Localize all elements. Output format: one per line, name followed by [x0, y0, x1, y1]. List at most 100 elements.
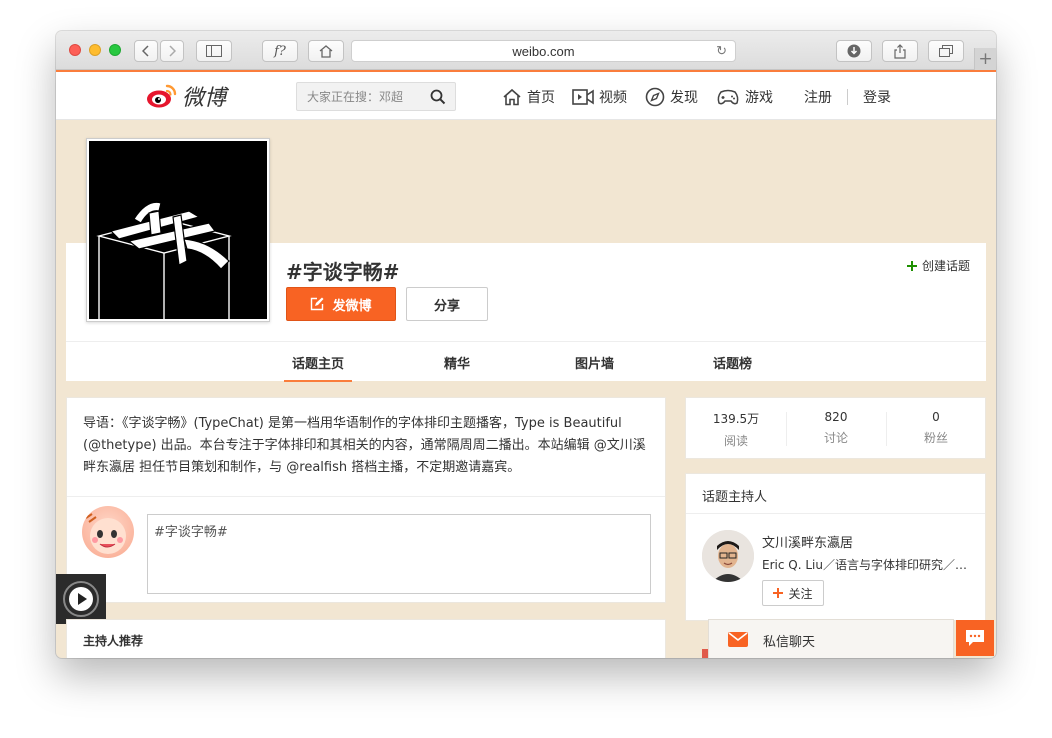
weibo-header: 微博 大家正在搜：邓超 首页 视频 发现 游戏 注册 登录	[56, 72, 996, 120]
chat-bubble-icon	[966, 630, 984, 646]
tab-featured[interactable]: 精华	[444, 353, 470, 372]
topic-tabs: 话题主页 精华 图片墙 话题榜	[66, 341, 986, 382]
new-tab-button[interactable]: +	[974, 48, 996, 70]
reader-button[interactable]: f?	[262, 40, 298, 62]
user-avatar[interactable]	[82, 506, 134, 558]
host-avatar[interactable]	[702, 530, 754, 582]
nav-home[interactable]: 首页	[502, 87, 555, 107]
topic-intro-text: 导语：《字谈字畅》(TypeChat) 是第一档用华语制作的字体排印主题播客，T…	[83, 416, 646, 475]
private-chat-bar[interactable]: 私信聊天	[708, 619, 954, 658]
login-link[interactable]: 登录	[863, 87, 891, 107]
function-icon: f?	[274, 43, 286, 59]
topic-stats-card: 139.5万 阅读 820 讨论 0 粉丝	[685, 397, 986, 459]
chevron-right-icon	[169, 45, 176, 57]
host-section-title: 话题主持人	[686, 474, 985, 514]
compose-icon	[311, 297, 324, 311]
host-recommend-card: 主持人推荐	[66, 619, 666, 658]
create-topic-label: 创建话题	[921, 259, 970, 273]
home-icon	[503, 88, 521, 106]
nav-discover[interactable]: 发现	[645, 87, 698, 107]
nav-discover-label: 发现	[670, 90, 698, 106]
chat-toggle-button[interactable]	[956, 620, 994, 656]
tab-topic-home[interactable]: 话题主页	[283, 353, 353, 382]
zoom-window-button[interactable]	[109, 44, 121, 56]
nav-video[interactable]: 视频	[572, 87, 627, 107]
post-composer-input[interactable]: #字谈字畅#	[147, 514, 651, 594]
stat-discussions-label: 讨论	[823, 431, 848, 445]
close-window-button[interactable]	[69, 44, 81, 56]
topic-host-card: 话题主持人 文川溪畔东瀛居 Eric Q. Liu／语言与字体排印研究／… 关注	[685, 473, 986, 621]
tab-photo-wall[interactable]: 图片墙	[575, 353, 614, 372]
share-button[interactable]: 分享	[406, 287, 488, 321]
tabs-icon	[939, 44, 953, 57]
url-text: weibo.com	[512, 43, 575, 59]
tab-topic-ranking[interactable]: 话题榜	[713, 353, 752, 372]
nav-video-label: 视频	[599, 90, 627, 106]
plus-icon	[773, 588, 784, 598]
weibo-logo-text: 微博	[182, 86, 227, 111]
topic-avatar	[86, 138, 270, 322]
tabs-overview-button[interactable]	[928, 40, 964, 62]
stat-reads-value: 139.5万	[712, 412, 760, 426]
plus-icon	[906, 260, 917, 271]
browser-window: f? weibo.com ↻ + 微博 大家正在搜：邓超 首页 视频 发现 游戏…	[56, 31, 996, 658]
nav-home-label: 首页	[527, 90, 555, 106]
gamepad-icon	[717, 89, 739, 105]
download-icon	[847, 44, 861, 58]
chevron-left-icon	[142, 45, 149, 57]
minimize-window-button[interactable]	[89, 44, 101, 56]
share-label: 分享	[433, 298, 460, 314]
topic-intro-card: 导语：《字谈字畅》(TypeChat) 是第一档用华语制作的字体排印主题播客，T…	[66, 397, 666, 603]
search-input[interactable]: 大家正在搜：邓超	[296, 82, 456, 111]
host-bio: Eric Q. Liu／语言与字体排印研究／…	[762, 558, 967, 572]
host-name[interactable]: 文川溪畔东瀛居	[762, 532, 853, 551]
search-icon[interactable]	[430, 89, 446, 105]
stat-reads: 139.5万 阅读	[686, 410, 786, 449]
stat-fans-label: 粉丝	[923, 431, 948, 445]
create-topic-link[interactable]: 创建话题	[906, 257, 970, 274]
login-label: 登录	[863, 90, 891, 106]
typechat-logo-image	[89, 141, 267, 319]
browser-toolbar: f? weibo.com ↻ +	[56, 31, 996, 70]
host-photo-image	[702, 530, 754, 582]
stat-fans-value: 0	[932, 410, 940, 424]
nav-games[interactable]: 游戏	[716, 87, 773, 107]
compass-icon	[645, 87, 665, 107]
page-title: #字谈字畅#	[286, 260, 400, 284]
house-icon	[319, 44, 333, 58]
reload-icon[interactable]: ↻	[716, 43, 727, 59]
cartoon-avatar-image	[85, 513, 126, 554]
post-weibo-button[interactable]: 发微博	[286, 287, 396, 321]
private-chat-label: 私信聊天	[763, 635, 816, 650]
stat-reads-label: 阅读	[723, 434, 748, 448]
sidebar-button[interactable]	[196, 40, 232, 62]
register-label: 注册	[804, 90, 832, 106]
stat-fans: 0 粉丝	[886, 410, 986, 446]
video-icon	[572, 89, 594, 105]
stat-discussions: 820 讨论	[786, 410, 886, 446]
nav-divider	[847, 89, 848, 105]
follow-button[interactable]: 关注	[762, 580, 824, 606]
back-button[interactable]	[134, 40, 158, 62]
stat-discussions-value: 820	[824, 410, 848, 424]
share-page-button[interactable]	[882, 40, 918, 62]
weibo-logo-icon	[147, 84, 177, 108]
follow-label: 关注	[788, 586, 813, 601]
mail-icon	[728, 632, 748, 647]
nav-games-label: 游戏	[745, 90, 773, 106]
divider	[67, 496, 665, 497]
post-weibo-label: 发微博	[332, 298, 372, 314]
play-icon	[63, 581, 99, 617]
composer-text: #字谈字畅#	[154, 525, 228, 540]
search-placeholder: 大家正在搜：邓超	[307, 90, 404, 104]
host-recommend-title: 主持人推荐	[83, 634, 144, 648]
video-play-button[interactable]	[56, 574, 106, 624]
weibo-logo[interactable]: 微博	[146, 80, 226, 112]
sidebar-icon	[206, 45, 222, 57]
address-bar[interactable]: weibo.com ↻	[351, 40, 736, 62]
forward-button[interactable]	[160, 40, 184, 62]
share-icon	[894, 43, 906, 59]
home-page-button[interactable]	[308, 40, 344, 62]
downloads-button[interactable]	[836, 40, 872, 62]
register-link[interactable]: 注册	[804, 87, 832, 107]
